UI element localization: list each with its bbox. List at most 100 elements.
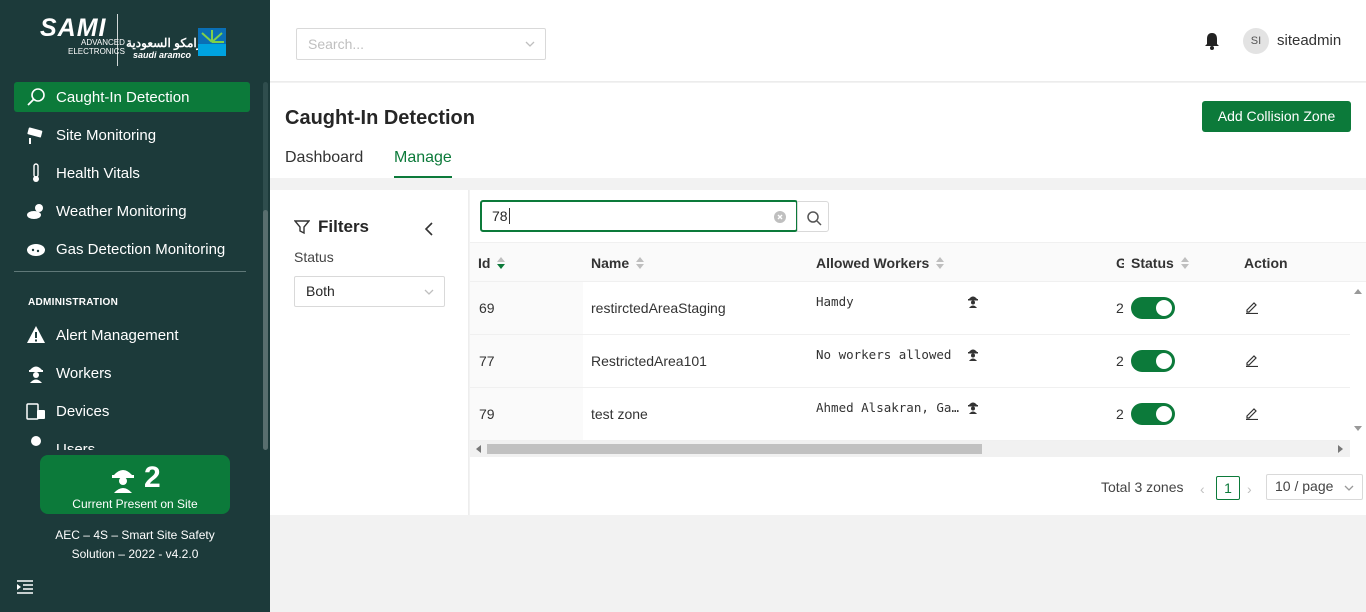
table-row[interactable]: 79 test zone Ahmed Alsakran, Ga… 2 [470,388,1350,441]
present-label: Current Present on Site [72,497,198,511]
column-header-action: Action [1244,255,1288,271]
sidebar-item-devices[interactable]: Devices [14,396,250,426]
active-tab-indicator [394,176,452,178]
status-toggle[interactable] [1131,350,1175,372]
add-collision-zone-button[interactable]: Add Collision Zone [1202,101,1351,132]
status-filter-value: Both [306,283,335,299]
logo-divider [117,14,118,66]
devices-icon [26,401,46,421]
column-header-name[interactable]: Name [591,255,645,271]
sidebar: SAMI ADVANCED ELECTRONICS أرامكو السعودي… [0,0,270,612]
column-header-g[interactable]: G [1116,255,1124,271]
pagination-prev-icon[interactable]: ‹ [1200,481,1212,497]
sidebar-section-title: ADMINISTRATION [28,297,119,308]
edit-icon[interactable] [1245,300,1259,314]
pagination-total: Total 3 zones [1101,479,1184,495]
tab-dashboard[interactable]: Dashboard [285,149,363,167]
sort-icon [636,257,645,269]
username[interactable]: siteadmin [1277,32,1341,49]
sidebar-item-label: Health Vitals [56,164,140,182]
edit-icon[interactable] [1245,406,1259,420]
status-filter-select[interactable]: Both [294,276,445,307]
chevron-down-icon [525,41,535,47]
sidebar-item-workers[interactable]: Workers [14,358,250,388]
column-header-allowed-workers[interactable]: Allowed Workers [816,255,945,271]
cell-name: test zone [591,406,648,422]
zones-table-panel: 78 Id Name Allowed Workers G Status Acti… [470,190,1366,515]
cell-g: 2 [1116,406,1124,422]
status-toggle[interactable] [1131,403,1175,425]
user-avatar[interactable]: SI [1243,28,1269,54]
column-label: Id [478,255,491,271]
page-size-select[interactable]: 10 / page [1266,474,1363,500]
weather-icon [26,201,46,221]
sort-icon [1180,257,1189,269]
menu-collapse-icon[interactable] [17,580,33,594]
pagination-next-icon[interactable]: › [1247,481,1259,497]
sidebar-item-site-monitoring[interactable]: Site Monitoring [14,120,250,150]
clear-search-icon[interactable] [774,211,786,223]
sidebar-item-label: Caught-In Detection [56,88,190,106]
sidebar-item-label: Weather Monitoring [56,202,187,220]
table-search-input[interactable]: 78 [480,200,798,232]
column-label: Action [1244,255,1288,271]
search-icon [807,211,822,226]
sidebar-item-users[interactable]: Users [14,434,250,450]
pagination-current-page[interactable]: 1 [1216,476,1240,500]
cell-g: 2 [1116,353,1124,369]
sidebar-item-caught-in-detection[interactable]: Caught-In Detection [14,82,250,112]
status-filter-label: Status [294,249,334,265]
filters-panel: Filters Status Both [270,190,469,515]
scroll-left-icon[interactable] [475,445,481,453]
column-header-status[interactable]: Status [1131,255,1189,271]
column-label: Allowed Workers [816,255,930,271]
column-label: Status [1131,255,1174,271]
sort-icon [936,257,945,269]
scroll-right-icon[interactable] [1338,445,1344,453]
scroll-down-icon[interactable] [1354,426,1362,432]
cell-name: restirctedAreaStaging [591,300,726,316]
table-row[interactable]: 77 RestrictedArea101 No workers allowed … [470,335,1350,388]
table-header: Id Name Allowed Workers G Status Action [470,242,1366,282]
cell-allowed-workers: Hamdy [816,294,854,309]
sidebar-item-weather-monitoring[interactable]: Weather Monitoring [14,196,250,226]
horizontal-scroll-thumb[interactable] [487,444,982,454]
filters-title-label: Filters [318,217,370,236]
table-vertical-scrollbar[interactable] [1350,282,1366,438]
sidebar-item-label: Gas Detection Monitoring [56,240,226,258]
scroll-up-icon[interactable] [1354,288,1362,294]
table-horizontal-scrollbar[interactable] [470,441,1350,457]
sidebar-divider [14,271,246,272]
thermometer-icon [26,163,46,183]
tab-manage[interactable]: Manage [394,149,452,167]
sidebar-item-alert-management[interactable]: Alert Management [14,320,250,350]
notification-bell-icon[interactable] [1203,32,1221,50]
column-header-id[interactable]: Id [478,255,506,271]
worker-icon [968,349,978,361]
edit-icon[interactable] [1245,353,1259,367]
status-toggle[interactable] [1131,297,1175,319]
warning-icon [26,325,46,345]
column-label: G [1116,255,1124,271]
sidebar-item-label: Alert Management [56,326,179,344]
worker-icon [968,296,978,308]
sidebar-item-gas-detection[interactable]: Gas Detection Monitoring [14,234,250,264]
sidebar-scroll-thumb[interactable] [263,210,268,450]
collapse-filters-icon[interactable] [423,222,435,236]
sidebar-item-label: Users [56,441,96,450]
sidebar-item-label: Workers [56,364,112,382]
cell-id: 69 [479,300,495,316]
global-search-placeholder: Search... [308,36,365,52]
global-search-select[interactable]: Search... [296,28,546,60]
version-info: AEC – 4S – Smart Site Safety Solution – … [40,526,230,564]
cell-g: 2 [1116,300,1124,316]
table-search-button[interactable] [797,201,829,232]
worker-icon [26,363,46,383]
table-row[interactable]: 69 restirctedAreaStaging Hamdy 2 [470,282,1350,335]
version-line-1: AEC – 4S – Smart Site Safety [55,528,215,542]
filter-icon [294,220,310,235]
sidebar-item-health-vitals[interactable]: Health Vitals [14,158,250,188]
sort-icon [497,257,506,269]
cell-allowed-workers: No workers allowed [816,347,952,362]
present-count: 2 [144,461,161,494]
